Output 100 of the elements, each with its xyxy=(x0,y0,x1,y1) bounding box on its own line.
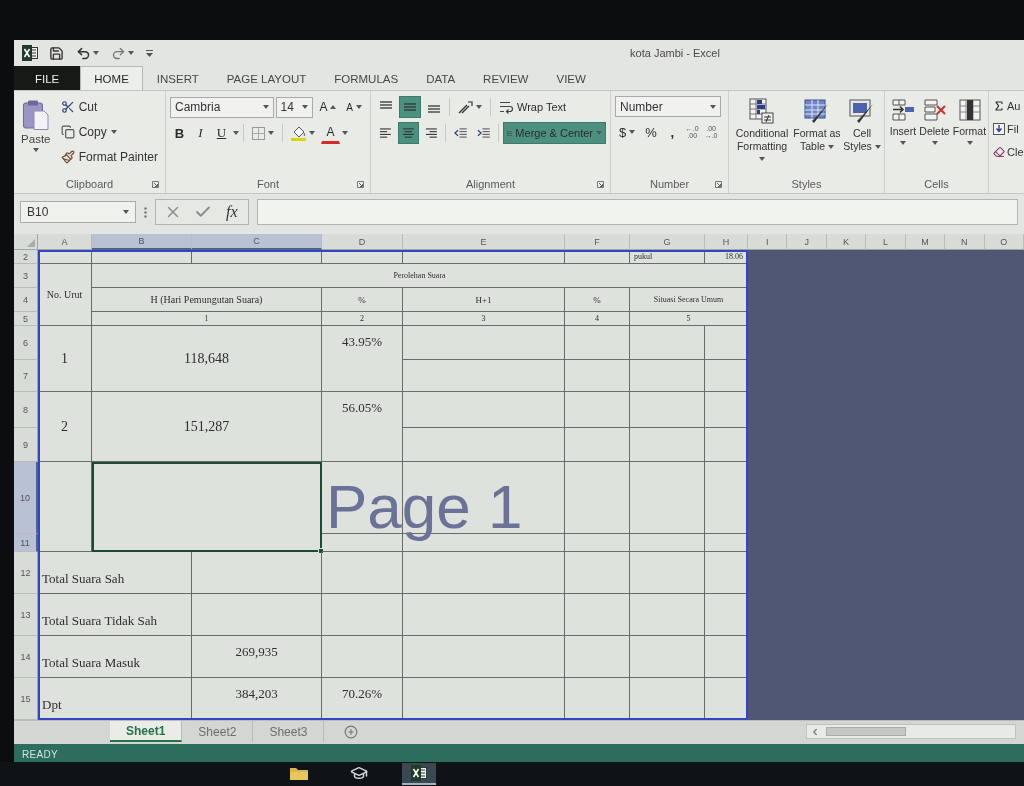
scroll-left-icon[interactable] xyxy=(810,726,820,737)
column-header[interactable]: A xyxy=(38,234,92,250)
ribbon-tab[interactable]: FORMULAS xyxy=(320,66,413,90)
scrollbar-thumb[interactable] xyxy=(826,727,906,736)
row-header[interactable]: 9 xyxy=(14,428,38,462)
bold-button[interactable]: B xyxy=(170,122,189,144)
row-header[interactable]: 4 xyxy=(14,288,38,312)
selected-cell[interactable] xyxy=(92,462,322,552)
ribbon-tab[interactable]: REVIEW xyxy=(469,66,543,90)
ribbon-tab[interactable]: HOME xyxy=(80,66,143,90)
italic-button[interactable]: I xyxy=(191,122,210,144)
delete-button[interactable]: Delete xyxy=(919,96,950,175)
status-text: READY xyxy=(22,748,58,760)
cut-button[interactable]: Cut xyxy=(57,96,161,118)
row-header[interactable]: 14 xyxy=(14,636,38,678)
column-header[interactable]: B xyxy=(92,234,192,250)
number-format-field[interactable]: Number xyxy=(615,96,721,117)
column-header[interactable]: D xyxy=(322,234,403,250)
font-name-field[interactable]: Cambria xyxy=(170,96,274,118)
horizontal-align-button[interactable] xyxy=(397,122,419,144)
column-header[interactable]: M xyxy=(905,234,946,250)
paste-button[interactable]: Paste xyxy=(18,96,54,175)
format-button[interactable]: Format xyxy=(952,96,987,175)
dialog-launcher-icon[interactable] xyxy=(597,180,604,188)
caret-icon xyxy=(128,51,134,55)
caret-icon xyxy=(356,105,363,109)
column-header[interactable]: O xyxy=(984,234,1024,250)
fill-handle[interactable] xyxy=(318,548,324,554)
spreadsheet-logo-icon[interactable] xyxy=(411,765,427,781)
comma-button[interactable]: , xyxy=(662,121,682,143)
clear-button[interactable]: Cle xyxy=(993,142,1024,162)
format-painter-button[interactable]: Format Painter xyxy=(57,146,161,168)
dialog-launcher-icon[interactable] xyxy=(715,180,722,188)
column-header[interactable]: E xyxy=(403,234,565,250)
row-header[interactable]: 13 xyxy=(14,594,38,636)
row-header[interactable]: 2 xyxy=(14,250,38,264)
caret-icon xyxy=(342,131,348,135)
column-header[interactable]: N xyxy=(945,234,985,250)
merge-center-button[interactable]: Merge & Center xyxy=(502,122,606,144)
column-header[interactable]: H xyxy=(705,234,748,250)
sheet-tab[interactable]: Sheet1 xyxy=(110,721,183,742)
row-header[interactable]: 7 xyxy=(14,360,38,392)
table-cell: Total Suara Sah xyxy=(38,552,192,594)
font-size-field[interactable]: 14 xyxy=(275,96,314,118)
clipboard-icon xyxy=(22,100,49,130)
formula-input-field[interactable] xyxy=(256,199,1018,225)
row-header[interactable]: 15 xyxy=(14,678,38,720)
paint-bucket-icon xyxy=(291,125,306,141)
ribbon-tab[interactable]: PAGE LAYOUT xyxy=(212,66,321,90)
row-header[interactable]: 12 xyxy=(14,552,38,594)
empty-cell xyxy=(565,326,630,360)
insert-button[interactable]: Insert xyxy=(889,96,917,175)
name-box[interactable]: B10 xyxy=(20,201,136,223)
ribbon-tab[interactable]: VIEW xyxy=(542,66,600,90)
copy-button[interactable]: Copy xyxy=(57,121,161,143)
caret-icon xyxy=(110,130,117,134)
table-cell: 1 xyxy=(38,326,92,392)
conditional-formatting-button[interactable]: Conditional Formatting xyxy=(733,96,791,175)
row-header[interactable]: 10 xyxy=(14,462,38,534)
grow-font-button[interactable]: A xyxy=(315,96,341,118)
column-header[interactable]: F xyxy=(565,234,630,250)
wrap-text-button[interactable]: Wrap Text xyxy=(495,96,571,118)
fill-button[interactable]: Fil xyxy=(993,119,1024,139)
row-header[interactable]: 3 xyxy=(14,264,38,288)
group-label: Cells xyxy=(924,178,949,190)
font-color-button[interactable]: A xyxy=(321,122,340,144)
table-cell: 118,648 xyxy=(92,326,322,392)
header-cell: Perolehan Suara xyxy=(92,264,748,288)
grip-icon[interactable] xyxy=(144,206,147,218)
shrink-font-button[interactable]: A xyxy=(342,96,366,118)
underline-button[interactable]: U xyxy=(212,122,231,144)
cell-styles-button[interactable]: Cell Styles xyxy=(843,96,881,175)
spreadsheet-logo-icon[interactable] xyxy=(22,45,38,61)
column-header[interactable]: K xyxy=(826,234,867,250)
table-cell: pukul xyxy=(630,250,705,264)
column-header[interactable]: G xyxy=(630,234,705,250)
row-header[interactable]: 5 xyxy=(14,312,38,326)
horizontal-scrollbar[interactable] xyxy=(806,724,1016,739)
column-header[interactable]: J xyxy=(787,234,827,250)
insert-function-button[interactable]: fx xyxy=(224,203,240,221)
dialog-launcher-icon[interactable] xyxy=(357,180,364,188)
column-header[interactable]: L xyxy=(866,234,906,250)
column-header[interactable]: C xyxy=(192,234,322,250)
row-header[interactable]: 11 xyxy=(14,534,38,552)
row-header[interactable]: 6 xyxy=(14,326,38,360)
currency-button[interactable]: $ xyxy=(615,121,640,143)
caret-icon xyxy=(476,105,482,109)
file-tab[interactable]: FILE xyxy=(14,66,81,90)
percent-button[interactable]: % xyxy=(641,121,661,143)
autosum-button[interactable]: Au xyxy=(993,96,1024,116)
customize-menu-icon xyxy=(146,49,153,57)
dialog-launcher-icon[interactable] xyxy=(152,180,159,188)
row-header[interactable]: 8 xyxy=(14,392,38,428)
sheet-tab[interactable]: Sheet3 xyxy=(253,721,325,742)
column-header[interactable]: I xyxy=(748,234,788,250)
ribbon-tab[interactable]: INSERT xyxy=(142,66,213,90)
taskbar-button[interactable] xyxy=(402,763,436,785)
ribbon-tab[interactable]: DATA xyxy=(412,66,470,90)
format-as-table-button[interactable]: Format as Table xyxy=(793,96,841,175)
sheet-tab[interactable]: Sheet2 xyxy=(182,721,254,742)
